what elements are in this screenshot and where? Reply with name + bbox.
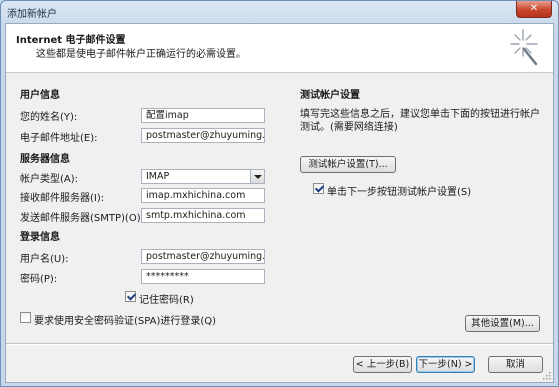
window-title: 添加新帐户 — [7, 9, 57, 20]
wizard-sparkle-icon — [510, 29, 538, 66]
next-button[interactable]: 下一步(N) > — [416, 356, 475, 373]
wizard-header: Internet 电子邮件设置 这些都是使电子邮件帐户正确运行的必需设置。 — [6, 24, 553, 73]
user-info-heading: 用户信息 — [20, 90, 60, 101]
name-label: 您的姓名(Y): — [20, 112, 78, 123]
resize-grip-icon[interactable] — [541, 370, 551, 380]
spa-checkbox[interactable] — [20, 312, 31, 323]
password-field[interactable]: ********* — [141, 269, 265, 284]
test-description: 填写完这些信息之后，建议您单击下面的按钮进行帐户测试。(需要网络连接) — [300, 109, 540, 133]
footer-divider — [6, 343, 553, 345]
incoming-server-field[interactable]: imap.mxhichina.com — [141, 188, 265, 203]
account-type-select[interactable]: IMAP — [141, 169, 265, 184]
name-field[interactable]: 配置imap — [141, 108, 265, 123]
email-label: 电子邮件地址(E): — [20, 133, 98, 144]
username-field[interactable]: postmaster@zhuyuming.so — [141, 249, 265, 264]
auto-test-checkbox[interactable] — [313, 183, 324, 194]
account-type-value: IMAP — [146, 171, 170, 182]
account-type-label: 帐户类型(A): — [20, 174, 79, 185]
outgoing-server-field[interactable]: smtp.mxhichina.com — [141, 208, 265, 223]
add-account-dialog: 添加新帐户 ✕ Internet 电子邮件设置 这些都是使电子邮件帐户正确运行的… — [0, 0, 559, 387]
more-settings-button[interactable]: 其他设置(M)... — [465, 315, 540, 332]
server-info-heading: 服务器信息 — [20, 154, 70, 165]
outgoing-server-label: 发送邮件服务器(SMTP)(O): — [20, 213, 144, 224]
title-bar: 添加新帐户 ✕ — [1, 1, 558, 23]
username-label: 用户名(U): — [20, 254, 69, 265]
incoming-server-label: 接收邮件服务器(I): — [20, 193, 105, 204]
close-button[interactable]: ✕ — [516, 1, 552, 18]
back-button[interactable]: < 上一步(B) — [353, 356, 412, 373]
auto-test-label[interactable]: 单击下一步按钮测试帐户设置(S) — [327, 183, 471, 198]
email-field[interactable]: postmaster@zhuyuming.so — [141, 128, 265, 143]
page-title: Internet 电子邮件设置 — [16, 35, 126, 46]
page-subtitle: 这些都是使电子邮件帐户正确运行的必需设置。 — [36, 49, 246, 60]
login-info-heading: 登录信息 — [20, 232, 60, 243]
test-settings-heading: 测试帐户设置 — [300, 90, 360, 101]
remember-password-label[interactable]: 记住密码(R) — [139, 291, 194, 306]
dialog-client-area: Internet 电子邮件设置 这些都是使电子邮件帐户正确运行的必需设置。 用户… — [5, 23, 554, 383]
spa-label[interactable]: 要求使用安全密码验证(SPA)进行登录(Q) — [34, 312, 216, 327]
remember-password-checkbox[interactable] — [125, 291, 136, 302]
chevron-down-icon[interactable] — [250, 170, 264, 183]
password-label: 密码(P): — [20, 274, 58, 285]
cancel-button[interactable]: 取消 — [488, 356, 543, 373]
test-account-button[interactable]: 测试帐户设置(T)... — [300, 156, 396, 173]
